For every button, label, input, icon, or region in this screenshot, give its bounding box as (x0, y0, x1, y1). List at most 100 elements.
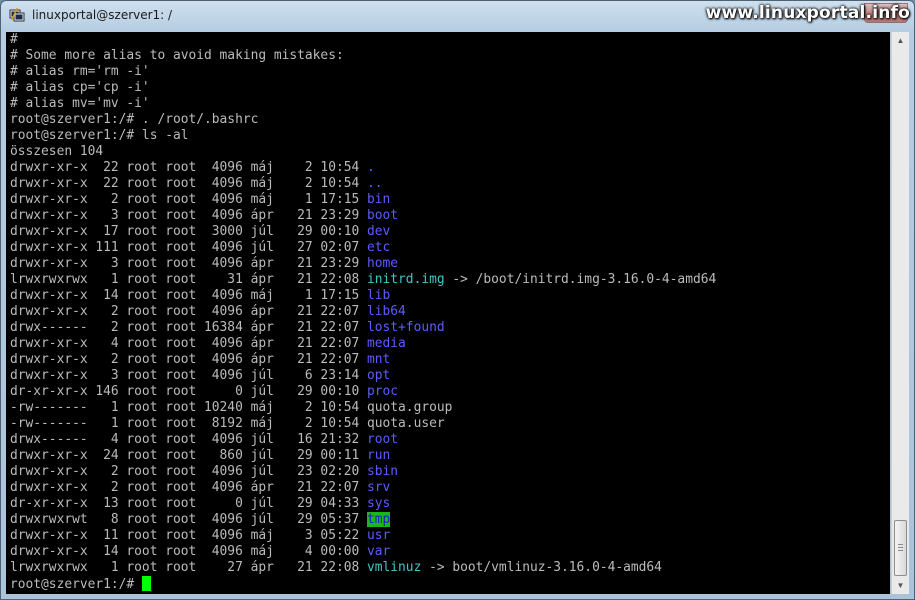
file-name: mnt (367, 352, 391, 367)
file-name: etc (367, 240, 391, 255)
file-name: vmlinuz (367, 560, 422, 575)
file-attributes: drwxr-xr-x 3 root root 4096 júl 6 23:14 (10, 368, 367, 383)
terminal-line: drwxr-xr-x 2 root root 4096 ápr 21 22:07… (10, 352, 716, 368)
line-text: root@szerver1:/# . /root/.bashrc (10, 112, 259, 127)
file-attributes: drwxrwxrwt 8 root root 4096 júl 29 05:37 (10, 512, 367, 527)
file-attributes: drwxr-xr-x 2 root root 4096 júl 23 02:20 (10, 464, 367, 479)
terminal-line: drwxr-xr-x 2 root root 4096 júl 23 02:20… (10, 464, 716, 480)
file-attributes: lrwxrwxrwx 1 root root 27 ápr 21 22:08 (10, 560, 367, 575)
symlink-target: -> boot/vmlinuz-3.16.0-4-amd64 (421, 560, 662, 575)
file-name: media (367, 336, 406, 351)
vertical-scrollbar[interactable]: ▲ ▼ (891, 32, 909, 594)
file-name: opt (367, 368, 391, 383)
terminal-line: lrwxrwxrwx 1 root root 27 ápr 21 22:08 v… (10, 560, 716, 576)
terminal-line: drwxr-xr-x 14 root root 4096 máj 4 00:00… (10, 544, 716, 560)
terminal-line: drwxr-xr-x 11 root root 4096 máj 3 05:22… (10, 528, 716, 544)
file-attributes: drwxr-xr-x 24 root root 860 júl 29 00:11 (10, 448, 367, 463)
file-name: initrd.img (367, 272, 445, 287)
file-name: sbin (367, 464, 399, 479)
shell-prompt: root@szerver1:/# (10, 577, 142, 592)
terminal-line: dr-xr-xr-x 13 root root 0 júl 29 04:33 s… (10, 496, 716, 512)
file-name: home (367, 256, 399, 271)
file-name: root (367, 432, 399, 447)
title-bar[interactable]: linuxportal@szerver1: / www.linuxportal.… (1, 1, 914, 31)
file-name: . (367, 160, 375, 175)
terminal-line: drwxr-xr-x 14 root root 4096 máj 1 17:15… (10, 288, 716, 304)
terminal-line: # (10, 32, 716, 48)
line-text: összesen 104 (10, 144, 104, 159)
file-name: proc (367, 384, 399, 399)
prompt-line[interactable]: root@szerver1:/# (10, 576, 716, 592)
file-name: run (367, 448, 391, 463)
file-attributes: drwxr-xr-x 111 root root 4096 júl 27 02:… (10, 240, 367, 255)
terminal-line: # alias rm='rm -i' (10, 64, 716, 80)
terminal-line: drwx------ 2 root root 16384 ápr 21 22:0… (10, 320, 716, 336)
terminal-line: root@szerver1:/# . /root/.bashrc (10, 112, 716, 128)
file-attributes: drwxr-xr-x 22 root root 4096 máj 2 10:54 (10, 176, 367, 191)
file-name: usr (367, 528, 391, 543)
file-name: lost+found (367, 320, 445, 335)
file-name: srv (367, 480, 391, 495)
terminal-line: drwxr-xr-x 3 root root 4096 ápr 21 23:29… (10, 208, 716, 224)
file-attributes: drwxr-xr-x 2 root root 4096 ápr 21 22:07 (10, 304, 367, 319)
line-text: # alias cp='cp -i' (10, 80, 150, 95)
scroll-thumb[interactable] (894, 520, 907, 576)
terminal-lines: # # Some more alias to avoid making mista… (10, 32, 716, 592)
file-name: bin (367, 192, 391, 207)
file-attributes: lrwxrwxrwx 1 root root 31 ápr 21 22:08 (10, 272, 367, 287)
symlink-target: -> /boot/initrd.img-3.16.0-4-amd64 (444, 272, 717, 287)
file-attributes: drwxr-xr-x 4 root root 4096 ápr 21 22:07 (10, 336, 367, 351)
terminal-line: drwxr-xr-x 17 root root 3000 júl 29 00:1… (10, 224, 716, 240)
terminal-line: dr-xr-xr-x 146 root root 0 júl 29 00:10 … (10, 384, 716, 400)
terminal-line: drwxr-xr-x 2 root root 4096 ápr 21 22:07… (10, 304, 716, 320)
file-name: quota.group (367, 400, 453, 415)
terminal-line: drwxr-xr-x 111 root root 4096 júl 27 02:… (10, 240, 716, 256)
terminal-line: drwxr-xr-x 22 root root 4096 máj 2 10:54… (10, 160, 716, 176)
file-attributes: drwx------ 2 root root 16384 ápr 21 22:0… (10, 320, 367, 335)
line-text: # alias mv='mv -i' (10, 96, 150, 111)
line-text: # (10, 32, 18, 47)
terminal-line: # alias mv='mv -i' (10, 96, 716, 112)
text-cursor (141, 576, 151, 591)
watermark: www.linuxportal.info (705, 3, 910, 23)
file-attributes: drwxr-xr-x 11 root root 4096 máj 3 05:22 (10, 528, 367, 543)
file-attributes: drwxr-xr-x 3 root root 4096 ápr 21 23:29 (10, 256, 367, 271)
file-attributes: -rw------- 1 root root 8192 máj 2 10:54 (10, 416, 367, 431)
terminal-window: linuxportal@szerver1: / www.linuxportal.… (0, 0, 915, 600)
putty-terminal-icon (9, 7, 25, 22)
terminal-line: root@szerver1:/# ls -al (10, 128, 716, 144)
terminal-line: drwxr-xr-x 22 root root 4096 máj 2 10:54… (10, 176, 716, 192)
line-text: # Some more alias to avoid making mistak… (10, 48, 344, 63)
file-attributes: drwxr-xr-x 2 root root 4096 ápr 21 22:07 (10, 480, 367, 495)
file-name: boot (367, 208, 399, 223)
file-name: var (367, 544, 391, 559)
file-name: sys (367, 496, 391, 511)
scroll-up-arrow-icon[interactable]: ▲ (892, 32, 909, 49)
file-attributes: drwxr-xr-x 14 root root 4096 máj 4 00:00 (10, 544, 367, 559)
file-name: tmp (367, 512, 391, 527)
terminal-output[interactable]: # # Some more alias to avoid making mista… (6, 32, 890, 594)
terminal-line: lrwxrwxrwx 1 root root 31 ápr 21 22:08 i… (10, 272, 716, 288)
terminal-line: # alias cp='cp -i' (10, 80, 716, 96)
scroll-down-arrow-icon[interactable]: ▼ (892, 577, 909, 594)
terminal-line: drwxr-xr-x 3 root root 4096 júl 6 23:14 … (10, 368, 716, 384)
line-text: # alias rm='rm -i' (10, 64, 150, 79)
file-name: lib64 (367, 304, 406, 319)
terminal-line: drwxr-xr-x 4 root root 4096 ápr 21 22:07… (10, 336, 716, 352)
terminal-line: összesen 104 (10, 144, 716, 160)
terminal-line: -rw------- 1 root root 8192 máj 2 10:54 … (10, 416, 716, 432)
terminal-line: drwxr-xr-x 3 root root 4096 ápr 21 23:29… (10, 256, 716, 272)
file-attributes: dr-xr-xr-x 13 root root 0 júl 29 04:33 (10, 496, 367, 511)
file-attributes: drwxr-xr-x 3 root root 4096 ápr 21 23:29 (10, 208, 367, 223)
line-text: root@szerver1:/# ls -al (10, 128, 189, 143)
terminal-line: drwx------ 4 root root 4096 júl 16 21:32… (10, 432, 716, 448)
file-attributes: drwxr-xr-x 17 root root 3000 júl 29 00:1… (10, 224, 367, 239)
terminal-line: # Some more alias to avoid making mistak… (10, 48, 716, 64)
terminal-line: drwxr-xr-x 24 root root 860 júl 29 00:11… (10, 448, 716, 464)
window-title: linuxportal@szerver1: / (32, 8, 173, 22)
file-name: .. (367, 176, 383, 191)
file-name: dev (367, 224, 391, 239)
file-name: quota.user (367, 416, 445, 431)
file-attributes: drwxr-xr-x 2 root root 4096 ápr 21 22:07 (10, 352, 367, 367)
terminal-line: drwxr-xr-x 2 root root 4096 máj 1 17:15 … (10, 192, 716, 208)
